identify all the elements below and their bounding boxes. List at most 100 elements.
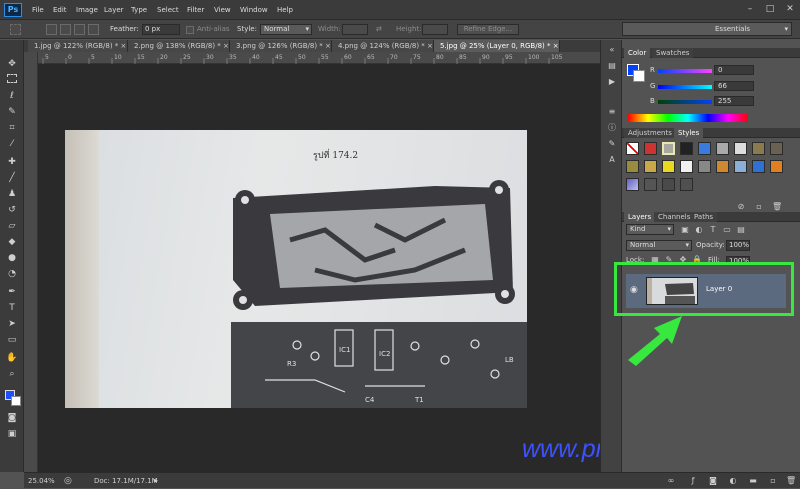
background-color-swatch[interactable] (11, 396, 21, 406)
layer-filter-kind-select[interactable]: Kind (626, 224, 674, 235)
brush-tool-icon[interactable]: ╱ (6, 172, 18, 184)
style-swatch[interactable] (752, 160, 765, 173)
style-swatch[interactable] (662, 178, 675, 191)
style-swatch[interactable] (752, 142, 765, 155)
doc-tab-2[interactable]: 2.png @ 138% (RGB/8) * × (128, 40, 230, 52)
intersect-selection-icon[interactable] (88, 24, 99, 35)
color-b-slider[interactable] (658, 100, 712, 104)
close-icon[interactable]: ✕ (784, 3, 796, 15)
new-selection-icon[interactable] (46, 24, 57, 35)
paint-bucket-tool-icon[interactable]: ◆ (6, 236, 18, 248)
style-swatch[interactable] (770, 160, 783, 173)
color-spectrum-ramp[interactable] (628, 114, 748, 122)
delete-style-icon[interactable]: 🗑 (772, 202, 782, 212)
style-swatch-none[interactable] (626, 142, 639, 155)
move-tool-icon[interactable]: ✥ (6, 58, 18, 70)
width-input[interactable] (342, 24, 368, 35)
new-layer-icon[interactable]: ▫ (768, 476, 778, 486)
color-g-slider[interactable] (658, 85, 712, 89)
close-icon[interactable]: × (121, 42, 127, 50)
style-swatch[interactable] (734, 142, 747, 155)
tab-channels[interactable]: Channels (654, 212, 695, 222)
screen-mode-icon[interactable]: ▣ (6, 428, 18, 440)
menu-type[interactable]: Type (131, 0, 147, 20)
style-swatch[interactable] (626, 160, 639, 173)
doc-tab-4[interactable]: 4.png @ 124% (RGB/8) * × (332, 40, 434, 52)
style-swatch[interactable] (734, 160, 747, 173)
style-swatch[interactable] (716, 160, 729, 173)
layer-mask-icon[interactable]: ◙ (708, 476, 718, 486)
properties-panel-icon[interactable]: ≡ (606, 106, 618, 118)
style-swatch[interactable] (644, 160, 657, 173)
menu-filter[interactable]: Filter (187, 0, 204, 20)
dodge-tool-icon[interactable]: ◔ (6, 268, 18, 280)
link-layers-icon[interactable]: ∞ (666, 476, 676, 486)
tab-paths[interactable]: Paths (690, 212, 718, 222)
delete-layer-icon[interactable]: 🗑 (786, 476, 796, 486)
minimize-icon[interactable]: – (744, 3, 756, 15)
filter-adjustment-icon[interactable]: ◐ (694, 225, 704, 235)
subtract-selection-icon[interactable] (74, 24, 85, 35)
color-r-input[interactable]: 0 (714, 65, 754, 75)
style-swatch[interactable] (644, 178, 657, 191)
doc-tab-5[interactable]: 5.jpg @ 25% (Layer 0, RGB/8) * × (434, 40, 560, 52)
style-swatch[interactable] (644, 142, 657, 155)
style-select[interactable]: Normal (260, 24, 312, 35)
swap-icon[interactable]: ⇄ (376, 20, 382, 39)
style-swatch[interactable] (626, 178, 639, 191)
refine-edge-button[interactable]: Refine Edge... (457, 24, 519, 35)
new-style-icon[interactable]: ▫ (754, 202, 764, 212)
tab-styles[interactable]: Styles (674, 128, 704, 138)
doc-tab-1[interactable]: 1.jpg @ 122% (RGB/8) * × (28, 40, 128, 52)
close-icon[interactable]: × (325, 42, 331, 50)
zoom-level[interactable]: 25.04% (28, 473, 55, 489)
filter-type-icon[interactable]: T (708, 225, 718, 235)
layer-style-icon[interactable]: ƒ (688, 476, 698, 486)
blur-tool-icon[interactable]: ● (6, 252, 18, 264)
close-icon[interactable]: × (553, 42, 559, 50)
filter-shape-icon[interactable]: ▭ (722, 225, 732, 235)
new-group-icon[interactable]: ▬ (748, 476, 758, 486)
style-swatch[interactable] (662, 160, 675, 173)
tab-swatches[interactable]: Swatches (652, 48, 694, 58)
quick-select-tool-icon[interactable]: ✎ (6, 106, 18, 118)
marquee-tool-preset-icon[interactable] (10, 24, 21, 35)
status-arrow-icon[interactable]: ▸ (154, 473, 158, 489)
style-swatch[interactable] (662, 142, 675, 155)
style-swatch[interactable] (698, 142, 711, 155)
style-swatch[interactable] (698, 160, 711, 173)
filter-pixel-icon[interactable]: ▣ (680, 225, 690, 235)
pen-tool-icon[interactable]: ✒ (6, 286, 18, 298)
shape-tool-icon[interactable]: ▭ (6, 334, 18, 346)
menu-image[interactable]: Image (76, 0, 98, 20)
clear-style-icon[interactable]: ⊘ (736, 202, 746, 212)
eraser-tool-icon[interactable]: ▱ (6, 220, 18, 232)
close-icon[interactable]: × (427, 42, 433, 50)
color-background-swatch[interactable] (633, 70, 645, 82)
history-brush-tool-icon[interactable]: ↺ (6, 204, 18, 216)
dock-collapse-icon[interactable]: « (606, 44, 618, 56)
color-g-input[interactable]: 66 (714, 81, 754, 91)
close-icon[interactable]: × (223, 42, 229, 50)
filter-smart-object-icon[interactable]: ▤ (736, 225, 746, 235)
feather-input[interactable]: 0 px (142, 24, 180, 35)
history-panel-icon[interactable]: ▤ (606, 60, 618, 72)
menu-help[interactable]: Help (277, 0, 293, 20)
eyedropper-tool-icon[interactable]: ⁄ (6, 138, 18, 150)
type-tool-icon[interactable]: T (6, 302, 18, 314)
marquee-tool-icon[interactable] (7, 74, 17, 83)
crop-tool-icon[interactable]: ⌗ (6, 122, 18, 134)
menu-select[interactable]: Select (157, 0, 179, 20)
adjustment-layer-icon[interactable]: ◐ (728, 476, 738, 486)
info-panel-icon[interactable]: ⓘ (606, 122, 618, 134)
tab-adjustments[interactable]: Adjustments (624, 128, 676, 138)
healing-brush-tool-icon[interactable]: ✚ (6, 156, 18, 168)
style-swatch[interactable] (680, 178, 693, 191)
zoom-tool-icon[interactable]: ⌕ (6, 368, 18, 380)
style-swatch[interactable] (716, 142, 729, 155)
path-select-tool-icon[interactable]: ➤ (6, 318, 18, 330)
color-b-input[interactable]: 255 (714, 96, 754, 106)
antialias-checkbox[interactable] (186, 26, 194, 34)
maximize-icon[interactable]: □ (764, 3, 776, 15)
hand-tool-icon[interactable]: ✋ (6, 352, 18, 364)
